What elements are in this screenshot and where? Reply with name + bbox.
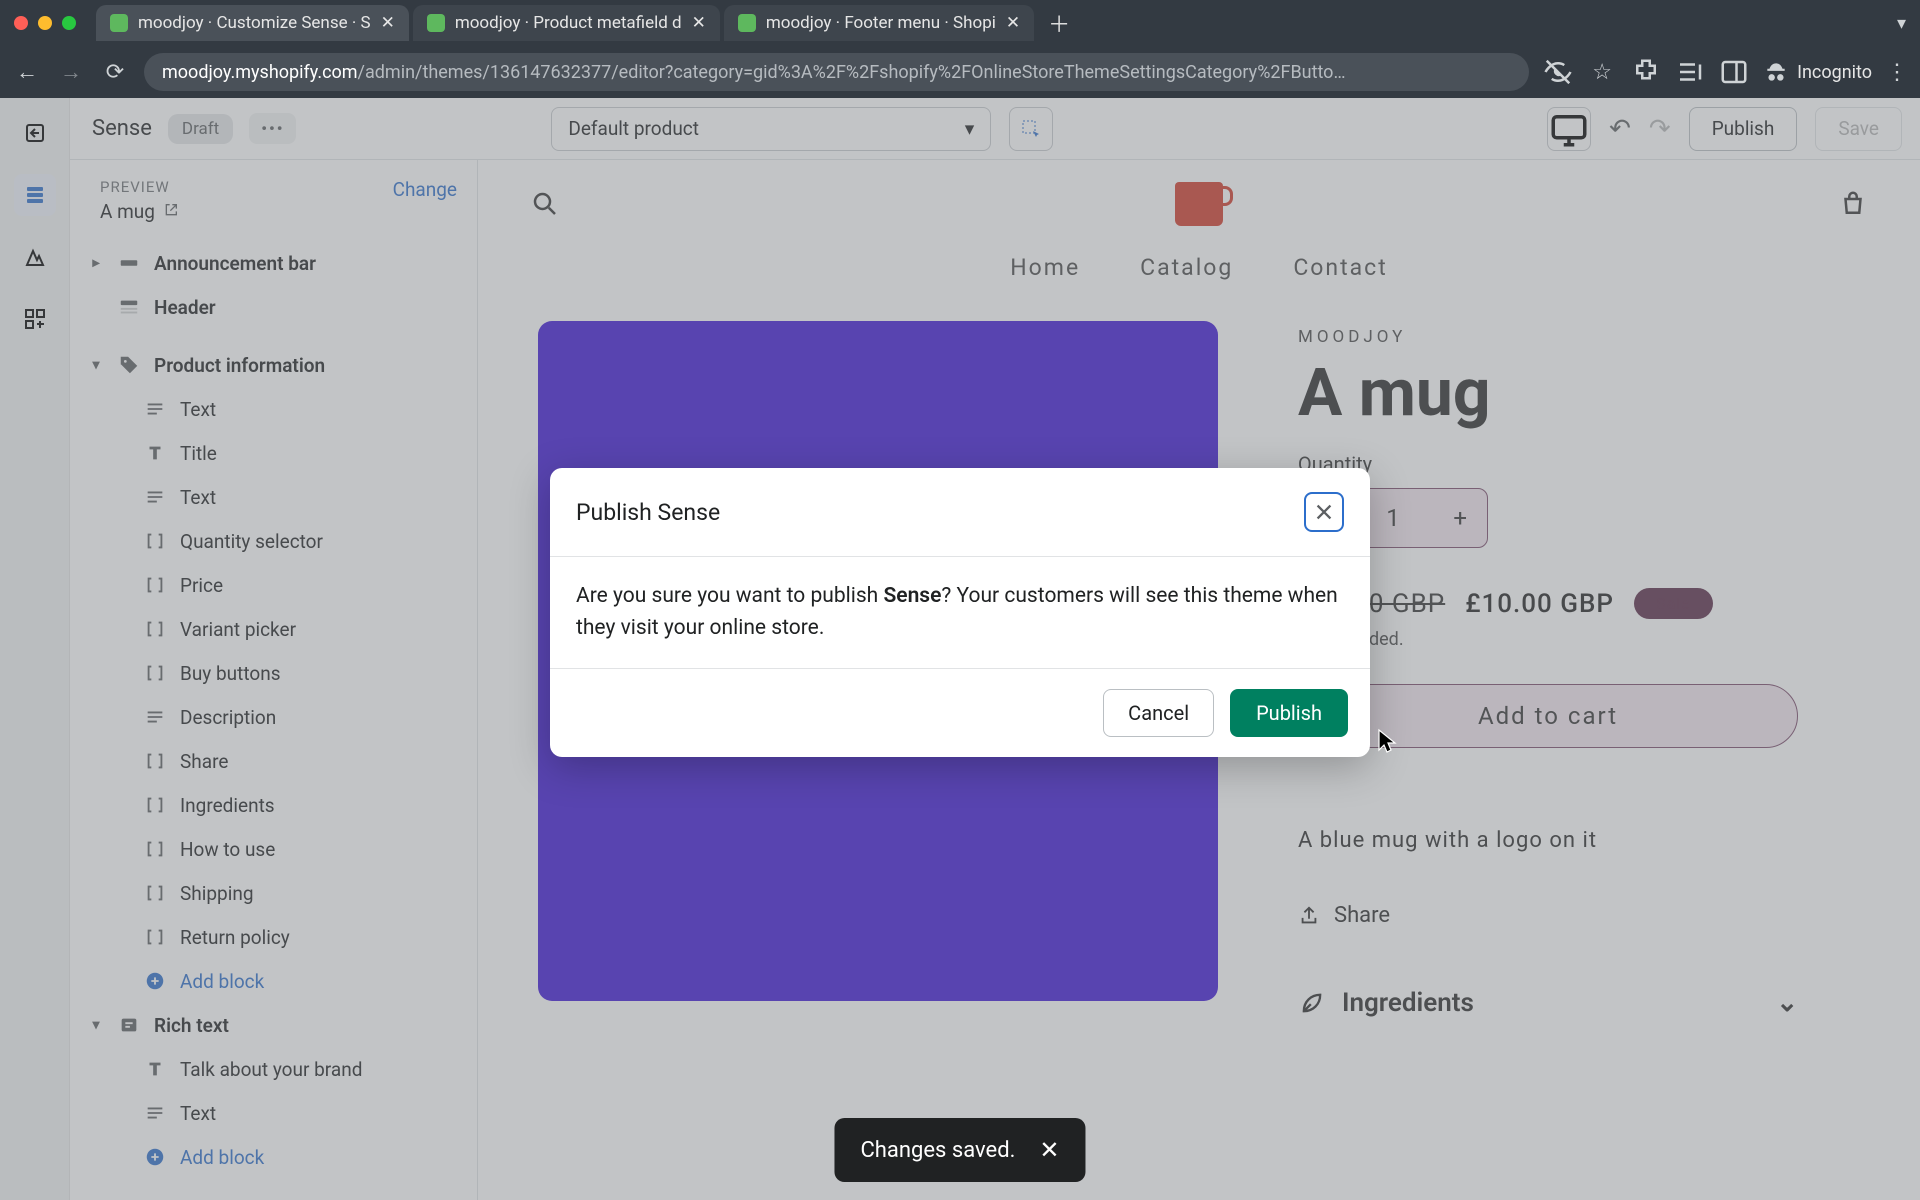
- incognito-icon: [1763, 59, 1789, 85]
- browser-tabs: moodjoy · Customize Sense · S ✕ moodjoy …: [96, 3, 1897, 43]
- app-root: Sense Draft ••• Default product ▾ ↶ ↷ Pu…: [0, 98, 1920, 1200]
- modal-body: Are you sure you want to publish Sense? …: [550, 557, 1370, 669]
- tab-close-icon[interactable]: ✕: [692, 13, 706, 33]
- incognito-indicator[interactable]: Incognito: [1763, 59, 1872, 85]
- browser-tab-3[interactable]: moodjoy · Footer menu · Shopi ✕: [724, 5, 1034, 41]
- browser-menu-icon[interactable]: ⋮: [1886, 60, 1908, 85]
- browser-tab-1[interactable]: moodjoy · Customize Sense · S ✕: [96, 5, 409, 41]
- browser-tab-2[interactable]: moodjoy · Product metafield d ✕: [413, 5, 720, 41]
- maximize-window-icon[interactable]: [62, 16, 76, 30]
- publish-modal: Publish Sense Are you sure you want to p…: [550, 468, 1370, 757]
- modal-overlay: Publish Sense Are you sure you want to p…: [0, 98, 1920, 1200]
- modal-text: Are you sure you want to publish: [576, 584, 883, 608]
- forward-button[interactable]: →: [56, 57, 86, 87]
- tabs-chevron-icon[interactable]: ▾: [1897, 13, 1906, 34]
- bookmark-star-icon[interactable]: ☆: [1587, 57, 1617, 87]
- minimize-window-icon[interactable]: [38, 16, 52, 30]
- tab-title: moodjoy · Product metafield d: [455, 13, 682, 33]
- toast-dismiss-button[interactable]: ✕: [1039, 1136, 1059, 1164]
- shopify-favicon-icon: [427, 14, 445, 32]
- modal-title: Publish Sense: [576, 499, 720, 526]
- confirm-publish-button[interactable]: Publish: [1230, 689, 1348, 737]
- toast-message: Changes saved.: [860, 1138, 1015, 1163]
- modal-theme-name: Sense: [883, 584, 941, 608]
- toast-changes-saved: Changes saved. ✕: [834, 1118, 1085, 1182]
- tab-title: moodjoy · Footer menu · Shopi: [766, 13, 996, 33]
- back-button[interactable]: ←: [12, 57, 42, 87]
- reading-list-icon[interactable]: [1675, 57, 1705, 87]
- window-controls[interactable]: [14, 16, 76, 30]
- shopify-favicon-icon: [738, 14, 756, 32]
- url-bar[interactable]: moodjoy.myshopify.com/admin/themes/13614…: [144, 53, 1529, 91]
- close-icon: [1313, 501, 1335, 523]
- incognito-label: Incognito: [1797, 62, 1872, 83]
- tab-close-icon[interactable]: ✕: [1006, 13, 1020, 33]
- publish-label: Publish: [1256, 701, 1322, 725]
- cancel-button[interactable]: Cancel: [1103, 689, 1214, 737]
- shopify-favicon-icon: [110, 14, 128, 32]
- extensions-icon[interactable]: [1631, 57, 1661, 87]
- eye-off-icon[interactable]: [1543, 57, 1573, 87]
- url-path: /admin/themes/136147632377/editor?catego…: [358, 62, 1346, 83]
- side-panel-icon[interactable]: [1719, 57, 1749, 87]
- reload-button[interactable]: ⟳: [100, 57, 130, 87]
- tab-close-icon[interactable]: ✕: [381, 13, 395, 33]
- url-host: moodjoy.myshopify.com: [162, 62, 358, 83]
- browser-chrome: moodjoy · Customize Sense · S ✕ moodjoy …: [0, 0, 1920, 98]
- cancel-label: Cancel: [1128, 701, 1189, 725]
- tab-title: moodjoy · Customize Sense · S: [138, 13, 371, 33]
- modal-close-button[interactable]: [1304, 492, 1344, 532]
- close-window-icon[interactable]: [14, 16, 28, 30]
- new-tab-button[interactable]: ＋: [1038, 3, 1080, 43]
